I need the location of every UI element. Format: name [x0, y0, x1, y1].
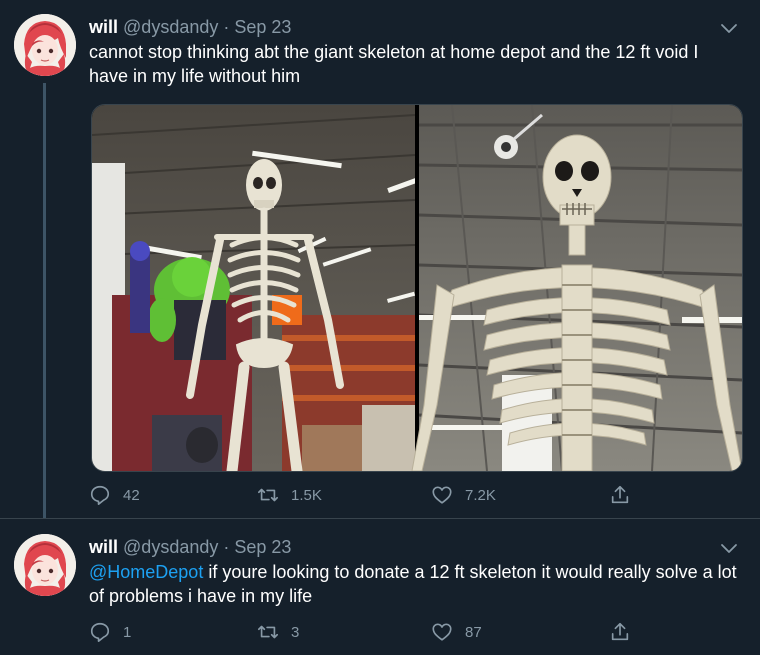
- mention-link[interactable]: @HomeDepot: [89, 562, 203, 582]
- timestamp[interactable]: Sep 23: [234, 17, 291, 37]
- like-count: 87: [465, 623, 482, 641]
- retweet-button[interactable]: 1.5K: [257, 482, 322, 508]
- tweet-text: @HomeDepot if youre looking to donate a …: [89, 560, 740, 608]
- retweet-count: 1.5K: [291, 486, 322, 504]
- reply-count: 42: [123, 486, 140, 504]
- like-button[interactable]: 7.2K: [431, 482, 496, 508]
- reply-button[interactable]: 42: [89, 482, 140, 508]
- retweet-button[interactable]: 3: [257, 619, 299, 645]
- chevron-down-icon[interactable]: [718, 17, 740, 39]
- display-name[interactable]: will: [89, 17, 118, 37]
- share-button[interactable]: [609, 619, 643, 645]
- retweet-count: 3: [291, 623, 300, 641]
- reply-count: 1: [123, 623, 132, 641]
- like-icon: [432, 486, 452, 504]
- tweet-header: will @dysdandy · Sep 23: [89, 15, 740, 39]
- share-icon: [611, 485, 629, 504]
- photo-skeleton-store[interactable]: [92, 105, 418, 471]
- like-button[interactable]: 87: [431, 619, 482, 645]
- photo-skeleton-closeup[interactable]: [411, 105, 742, 471]
- retweet-icon: [258, 488, 278, 502]
- timestamp[interactable]: Sep 23: [234, 537, 291, 557]
- chevron-down-icon[interactable]: [718, 537, 740, 559]
- like-count: 7.2K: [465, 486, 496, 504]
- tweet-content: will @dysdandy · Sep 23 @HomeDepot if yo…: [89, 535, 740, 608]
- reply-button[interactable]: 1: [89, 619, 131, 645]
- retweet-icon: [258, 625, 278, 639]
- reply-icon: [90, 622, 110, 642]
- tweet-media[interactable]: [91, 104, 743, 472]
- tweet[interactable]: will @dysdandy · Sep 23 @HomeDepot if yo…: [0, 518, 760, 655]
- tweet-content: will @dysdandy · Sep 23 cannot stop thin…: [89, 15, 740, 88]
- handle[interactable]: @dysdandy: [123, 537, 218, 557]
- avatar[interactable]: [14, 14, 76, 76]
- like-icon: [432, 623, 452, 641]
- share-icon: [611, 622, 629, 641]
- display-name[interactable]: will: [89, 537, 118, 557]
- separator: ·: [223, 537, 230, 557]
- thread-line: [43, 83, 46, 519]
- tweet-header: will @dysdandy · Sep 23: [89, 535, 740, 559]
- avatar[interactable]: [14, 534, 76, 596]
- reply-icon: [90, 485, 110, 505]
- tweet-actions: 1 3 87: [89, 619, 649, 645]
- separator: ·: [223, 17, 230, 37]
- tweet-actions: 42 1.5K 7.2K: [89, 482, 649, 508]
- handle[interactable]: @dysdandy: [123, 17, 218, 37]
- share-button[interactable]: [609, 482, 643, 508]
- tweet[interactable]: will @dysdandy · Sep 23 cannot stop thin…: [0, 0, 760, 519]
- tweet-text: cannot stop thinking abt the giant skele…: [89, 42, 699, 86]
